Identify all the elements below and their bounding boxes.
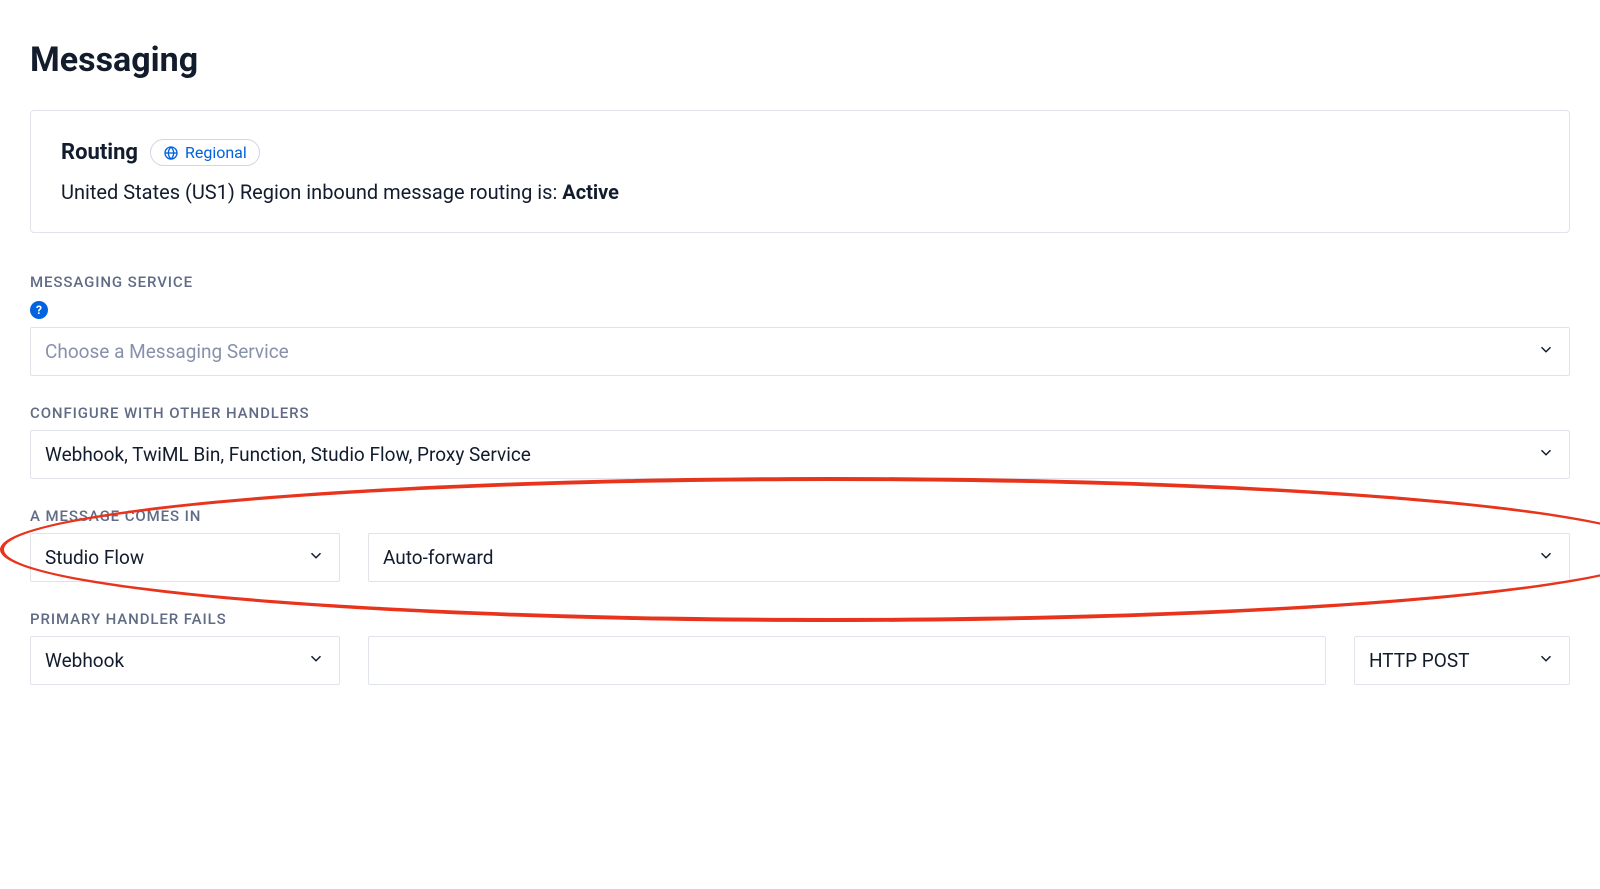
routing-card-header: Routing Regional xyxy=(61,139,1539,166)
messaging-service-field: MESSAGING SERVICE ? Choose a Messaging S… xyxy=(30,273,1570,376)
primary-handler-fails-label: PRIMARY HANDLER FAILS xyxy=(30,610,1570,628)
chevron-down-icon xyxy=(1537,443,1555,466)
message-comes-in-flow-value: Auto-forward xyxy=(383,546,494,569)
primary-fail-method-select[interactable]: HTTP POST xyxy=(1354,636,1570,685)
primary-handler-fails-field: PRIMARY HANDLER FAILS Webhook HTTP POST xyxy=(30,610,1570,685)
message-comes-in-field: A MESSAGE COMES IN Studio Flow Auto-forw… xyxy=(30,507,1570,582)
primary-fail-type-select[interactable]: Webhook xyxy=(30,636,340,685)
help-icon[interactable]: ? xyxy=(30,301,48,319)
page-title: Messaging xyxy=(30,40,1570,80)
regional-pill[interactable]: Regional xyxy=(150,139,260,166)
primary-fail-type-value: Webhook xyxy=(45,649,124,672)
routing-status: United States (US1) Region inbound messa… xyxy=(61,180,1539,204)
chevron-down-icon xyxy=(1537,340,1555,363)
routing-status-value: Active xyxy=(562,180,619,204)
routing-card: Routing Regional United States (US1) Reg… xyxy=(30,110,1570,233)
other-handlers-label: CONFIGURE WITH OTHER HANDLERS xyxy=(30,404,1570,422)
message-comes-in-type-value: Studio Flow xyxy=(45,546,144,569)
messaging-service-value: Choose a Messaging Service xyxy=(45,340,289,363)
chevron-down-icon xyxy=(1537,546,1555,569)
chevron-down-icon xyxy=(307,546,325,569)
message-comes-in-flow-select[interactable]: Auto-forward xyxy=(368,533,1570,582)
globe-icon xyxy=(163,145,179,161)
regional-pill-label: Regional xyxy=(185,143,247,162)
messaging-service-label: MESSAGING SERVICE xyxy=(30,273,1570,291)
primary-fail-url-input[interactable] xyxy=(368,636,1326,685)
routing-status-prefix: United States (US1) Region inbound messa… xyxy=(61,180,562,204)
messaging-service-select[interactable]: Choose a Messaging Service xyxy=(30,327,1570,376)
chevron-down-icon xyxy=(307,649,325,672)
message-comes-in-type-select[interactable]: Studio Flow xyxy=(30,533,340,582)
chevron-down-icon xyxy=(1537,649,1555,672)
other-handlers-select[interactable]: Webhook, TwiML Bin, Function, Studio Flo… xyxy=(30,430,1570,479)
message-comes-in-label: A MESSAGE COMES IN xyxy=(30,507,1570,525)
routing-title: Routing xyxy=(61,140,138,165)
other-handlers-field: CONFIGURE WITH OTHER HANDLERS Webhook, T… xyxy=(30,404,1570,479)
other-handlers-value: Webhook, TwiML Bin, Function, Studio Flo… xyxy=(45,443,531,466)
primary-fail-method-value: HTTP POST xyxy=(1369,649,1469,672)
